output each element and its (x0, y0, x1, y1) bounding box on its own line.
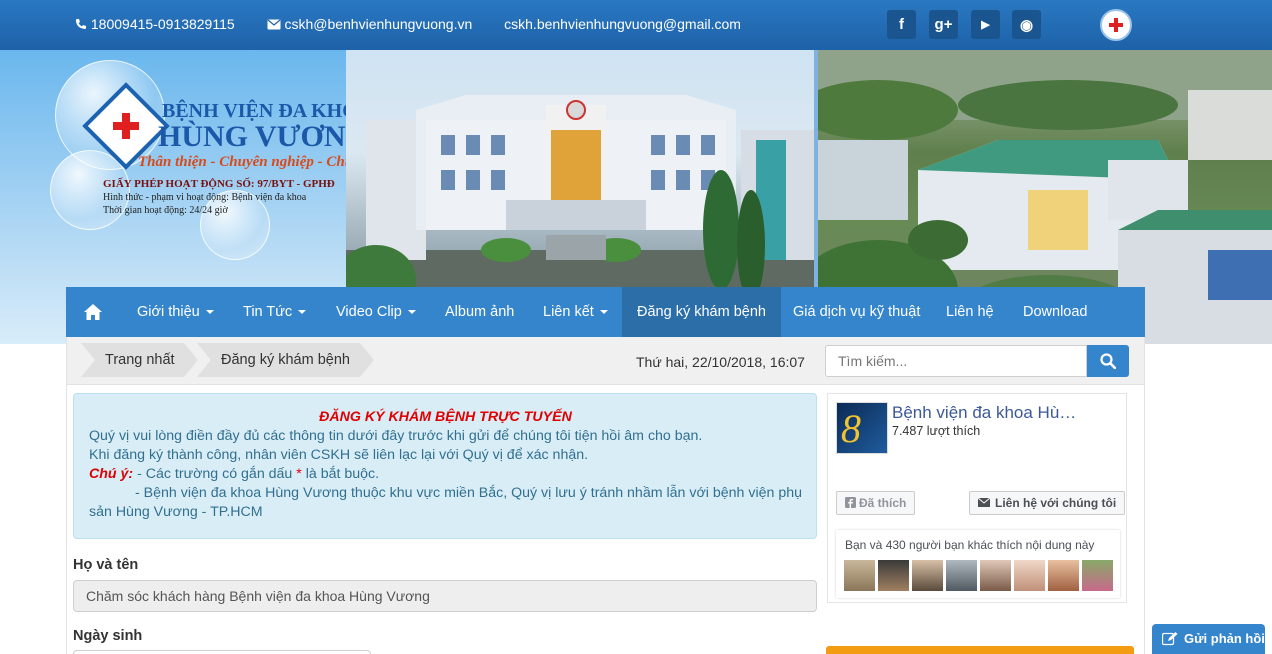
facebook-page-name[interactable]: Bệnh viện đa khoa Hù… (892, 403, 1122, 423)
dob-field[interactable] (73, 650, 371, 654)
main-content: Trang nhất Đăng ký khám bệnh Thứ hai, 22… (66, 337, 1145, 654)
nav-download[interactable]: Download (1023, 287, 1088, 337)
facebook-icon (845, 497, 856, 508)
nav-album-anh[interactable]: Album ảnh (445, 287, 514, 337)
home-icon[interactable] (84, 304, 102, 320)
phone-icon (76, 19, 86, 29)
hours-text: Thời gian hoạt động: 24/24 giờ (103, 205, 228, 216)
search-button[interactable] (1087, 345, 1129, 377)
current-datetime: Thứ hai, 22/10/2018, 16:07 (636, 354, 805, 370)
send-feedback-button[interactable]: Gửi phản hồi (1152, 624, 1265, 654)
nav-lien-he[interactable]: Liên hệ (946, 287, 994, 337)
chevron-down-icon (205, 310, 214, 315)
hospital-name-line2: HÙNG VƯƠNG (158, 120, 369, 153)
friend-avatar[interactable] (1082, 560, 1113, 591)
edit-icon (1162, 632, 1178, 646)
email-secondary[interactable]: cskh.benhvienhungvuong@gmail.com (504, 16, 741, 32)
notice-required-note: Chú ý: - Các trường có gắn dấu * là bắt … (89, 466, 380, 482)
envelope-icon (267, 19, 281, 30)
contact-us-button[interactable]: Liên hệ với chúng tôi (969, 491, 1126, 515)
phone-number: 18009415-0913829115 (90, 16, 235, 32)
search-icon (1100, 353, 1116, 369)
notice-line1: Quý vị vui lòng điền đầy đủ các thông ti… (89, 428, 703, 444)
dob-label: Ngày sinh (73, 628, 143, 644)
top-contact-bar: 18009415-0913829115 cskh@benhvienhungvuo… (0, 0, 1272, 50)
rss-icon[interactable]: ◉ (1012, 10, 1041, 39)
friend-avatar[interactable] (844, 560, 875, 591)
google-plus-icon[interactable]: g+ (929, 10, 958, 39)
breadcrumb: Trang nhất Đăng ký khám bệnh Thứ hai, 22… (67, 337, 1144, 385)
notice-line2: Khi đăng ký thành công, nhân viên CSKH s… (89, 447, 589, 463)
registration-notice: ĐĂNG KÝ KHÁM BỆNH TRỰC TUYẾN Quý vị vui … (73, 393, 817, 539)
contact-info: 18009415-0913829115 cskh@benhvienhungvuo… (75, 16, 755, 32)
scope-text: Hình thức - phạm vi hoạt động: Bệnh viện… (103, 192, 307, 203)
phone-contact: 18009415-0913829115 (75, 16, 253, 32)
envelope-icon (977, 497, 991, 507)
nav-video-clip[interactable]: Video Clip (336, 287, 416, 337)
nav-gioi-thieu[interactable]: Giới thiệu (137, 287, 214, 337)
email-primary[interactable]: cskh@benhvienhungvuong.vn (284, 16, 472, 32)
nav-gia-dich-vu[interactable]: Giá dịch vụ kỹ thuật (793, 287, 920, 337)
license-text: GIẤY PHÉP HOẠT ĐỘNG SỐ: 97/BYT - GPHĐ (103, 178, 335, 190)
facebook-icon[interactable]: f (887, 10, 916, 39)
name-label: Họ và tên (73, 557, 139, 573)
name-field[interactable]: Chăm sóc khách hàng Bệnh viện đa khoa Hù… (73, 580, 817, 612)
chevron-down-icon (298, 310, 307, 315)
notice-title: ĐĂNG KÝ KHÁM BỆNH TRỰC TUYẾN (319, 409, 572, 425)
youtube-icon[interactable]: ▶ (971, 10, 1000, 39)
facebook-friends-box: Bạn và 430 người bạn khác thích nội dung… (836, 530, 1120, 598)
chevron-down-icon (407, 310, 416, 315)
notice-region-note: - Bệnh viện đa khoa Hùng Vương thuộc khu… (89, 485, 802, 520)
facebook-like-count: 7.487 lượt thích (892, 424, 981, 438)
note-label: Chú ý: (89, 466, 134, 482)
breadcrumb-item-home[interactable]: Trang nhất (81, 343, 198, 377)
friend-avatar[interactable] (912, 560, 943, 591)
hospital-slogan: Thân thiện - Chuyên nghiệp - Chu đáo (138, 154, 380, 170)
nav-dang-ky-kham-benh[interactable]: Đăng ký khám bệnh (622, 287, 781, 337)
nav-lien-ket[interactable]: Liên kết (543, 287, 608, 337)
hospital-mini-logo[interactable] (1100, 9, 1132, 41)
friend-avatar[interactable] (878, 560, 909, 591)
friend-avatar[interactable] (1048, 560, 1079, 591)
liked-button[interactable]: Đã thích (836, 491, 916, 515)
chevron-down-icon (599, 310, 608, 315)
friends-like-text: Bạn và 430 người bạn khác thích nội dung… (845, 538, 1095, 552)
friend-avatar[interactable] (946, 560, 977, 591)
friend-avatar[interactable] (980, 560, 1011, 591)
sidebar-orange-header (826, 646, 1134, 654)
friend-avatar[interactable] (1014, 560, 1045, 591)
search-input[interactable] (825, 345, 1087, 377)
breadcrumb-item-current[interactable]: Đăng ký khám bệnh (197, 343, 374, 377)
main-navigation: Giới thiệu Tin Tức Video Clip Album ảnh … (66, 287, 1145, 337)
email-contact: cskh@benhvienhungvuong.vn (267, 16, 491, 32)
nav-tin-tuc[interactable]: Tin Tức (243, 287, 307, 337)
facebook-page-avatar[interactable]: 8 (836, 402, 888, 454)
facebook-page-widget: 8 Bệnh viện đa khoa Hù… 7.487 lượt thích… (827, 393, 1127, 603)
